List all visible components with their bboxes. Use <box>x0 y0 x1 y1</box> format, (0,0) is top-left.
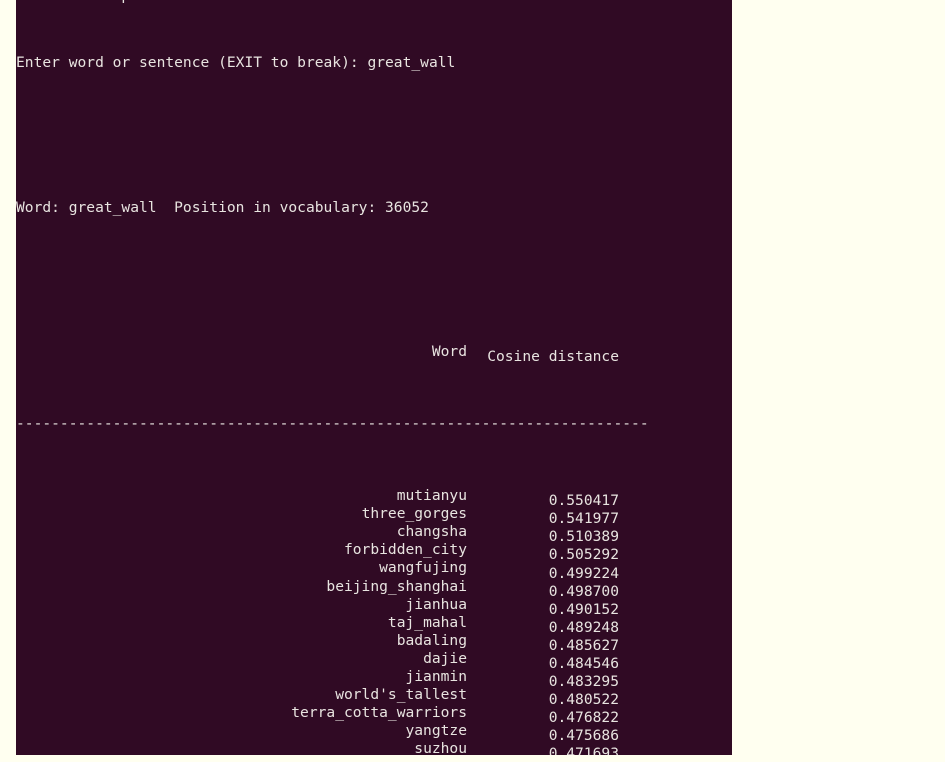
word-info-line: Word: great_wall Position in vocabulary:… <box>16 198 429 216</box>
cell-word: terra_cotta_warriors <box>291 703 467 721</box>
table-row: beijing_shanghai 0.498700 <box>16 577 732 600</box>
table-row: three_gorges 0.541977 <box>16 505 732 527</box>
cell-word: jianhua <box>405 595 467 613</box>
cell-word: changsha <box>396 523 467 541</box>
cell-word: beijing_shanghai <box>326 577 467 595</box>
prompt-line[interactable]: Enter word or sentence (EXIT to break): … <box>16 54 732 72</box>
table-row: terra_cotta_warriors 0.476822 <box>16 703 732 726</box>
table-row: yangtze 0.475686 <box>16 721 732 744</box>
table-header-row: Word Cosine distance <box>16 342 732 365</box>
terminal-output: Enter word or sentence (EXIT to break): … <box>16 0 732 755</box>
table-row: dajie 0.484546 <box>16 649 732 672</box>
header-separator: ----------------------------------------… <box>16 415 649 433</box>
cell-word: dajie <box>423 649 467 667</box>
table-row: forbidden_city 0.505292 <box>16 541 732 563</box>
cell-word: yangtze <box>405 721 467 739</box>
cell-word: mutianyu <box>396 487 467 505</box>
cell-word: taj_mahal <box>387 613 467 631</box>
table-row: changsha 0.510389 <box>16 523 732 545</box>
cell-word: suzhou <box>414 739 467 755</box>
table-row: wangfujing 0.499224 <box>16 559 732 581</box>
column-header-word: Word <box>431 342 467 360</box>
table-row: world's_tallest 0.480522 <box>16 685 732 708</box>
table-row: jianhua 0.490152 <box>16 595 732 618</box>
table-row: badaling 0.485627 <box>16 631 732 654</box>
cell-word: badaling <box>396 631 467 649</box>
blank-line-1 <box>16 126 732 144</box>
table-row: jianmin 0.483295 <box>16 667 732 690</box>
column-header-cosine-distance: Cosine distance <box>487 347 619 365</box>
table-row: taj_mahal 0.489248 <box>16 613 732 636</box>
cell-word: world's_tallest <box>335 685 467 703</box>
table-row: suzhou 0.471693 <box>16 740 732 755</box>
cell-word: three_gorges <box>361 505 467 523</box>
page-root: distance computed Enter word or sentence… <box>0 0 945 762</box>
table-row: mutianyu 0.550417 <box>16 487 732 509</box>
cell-word: wangfujing <box>379 559 467 577</box>
terminal-window[interactable]: distance computed Enter word or sentence… <box>16 0 732 755</box>
cell-cosine-distance: 0.471693 <box>548 744 619 755</box>
result-table: mutianyu 0.550417 three_gorges 0.541977 chan… <box>16 487 732 755</box>
cell-word: forbidden_city <box>343 541 467 559</box>
blank-line-2 <box>16 271 732 289</box>
cell-word: jianmin <box>405 667 467 685</box>
